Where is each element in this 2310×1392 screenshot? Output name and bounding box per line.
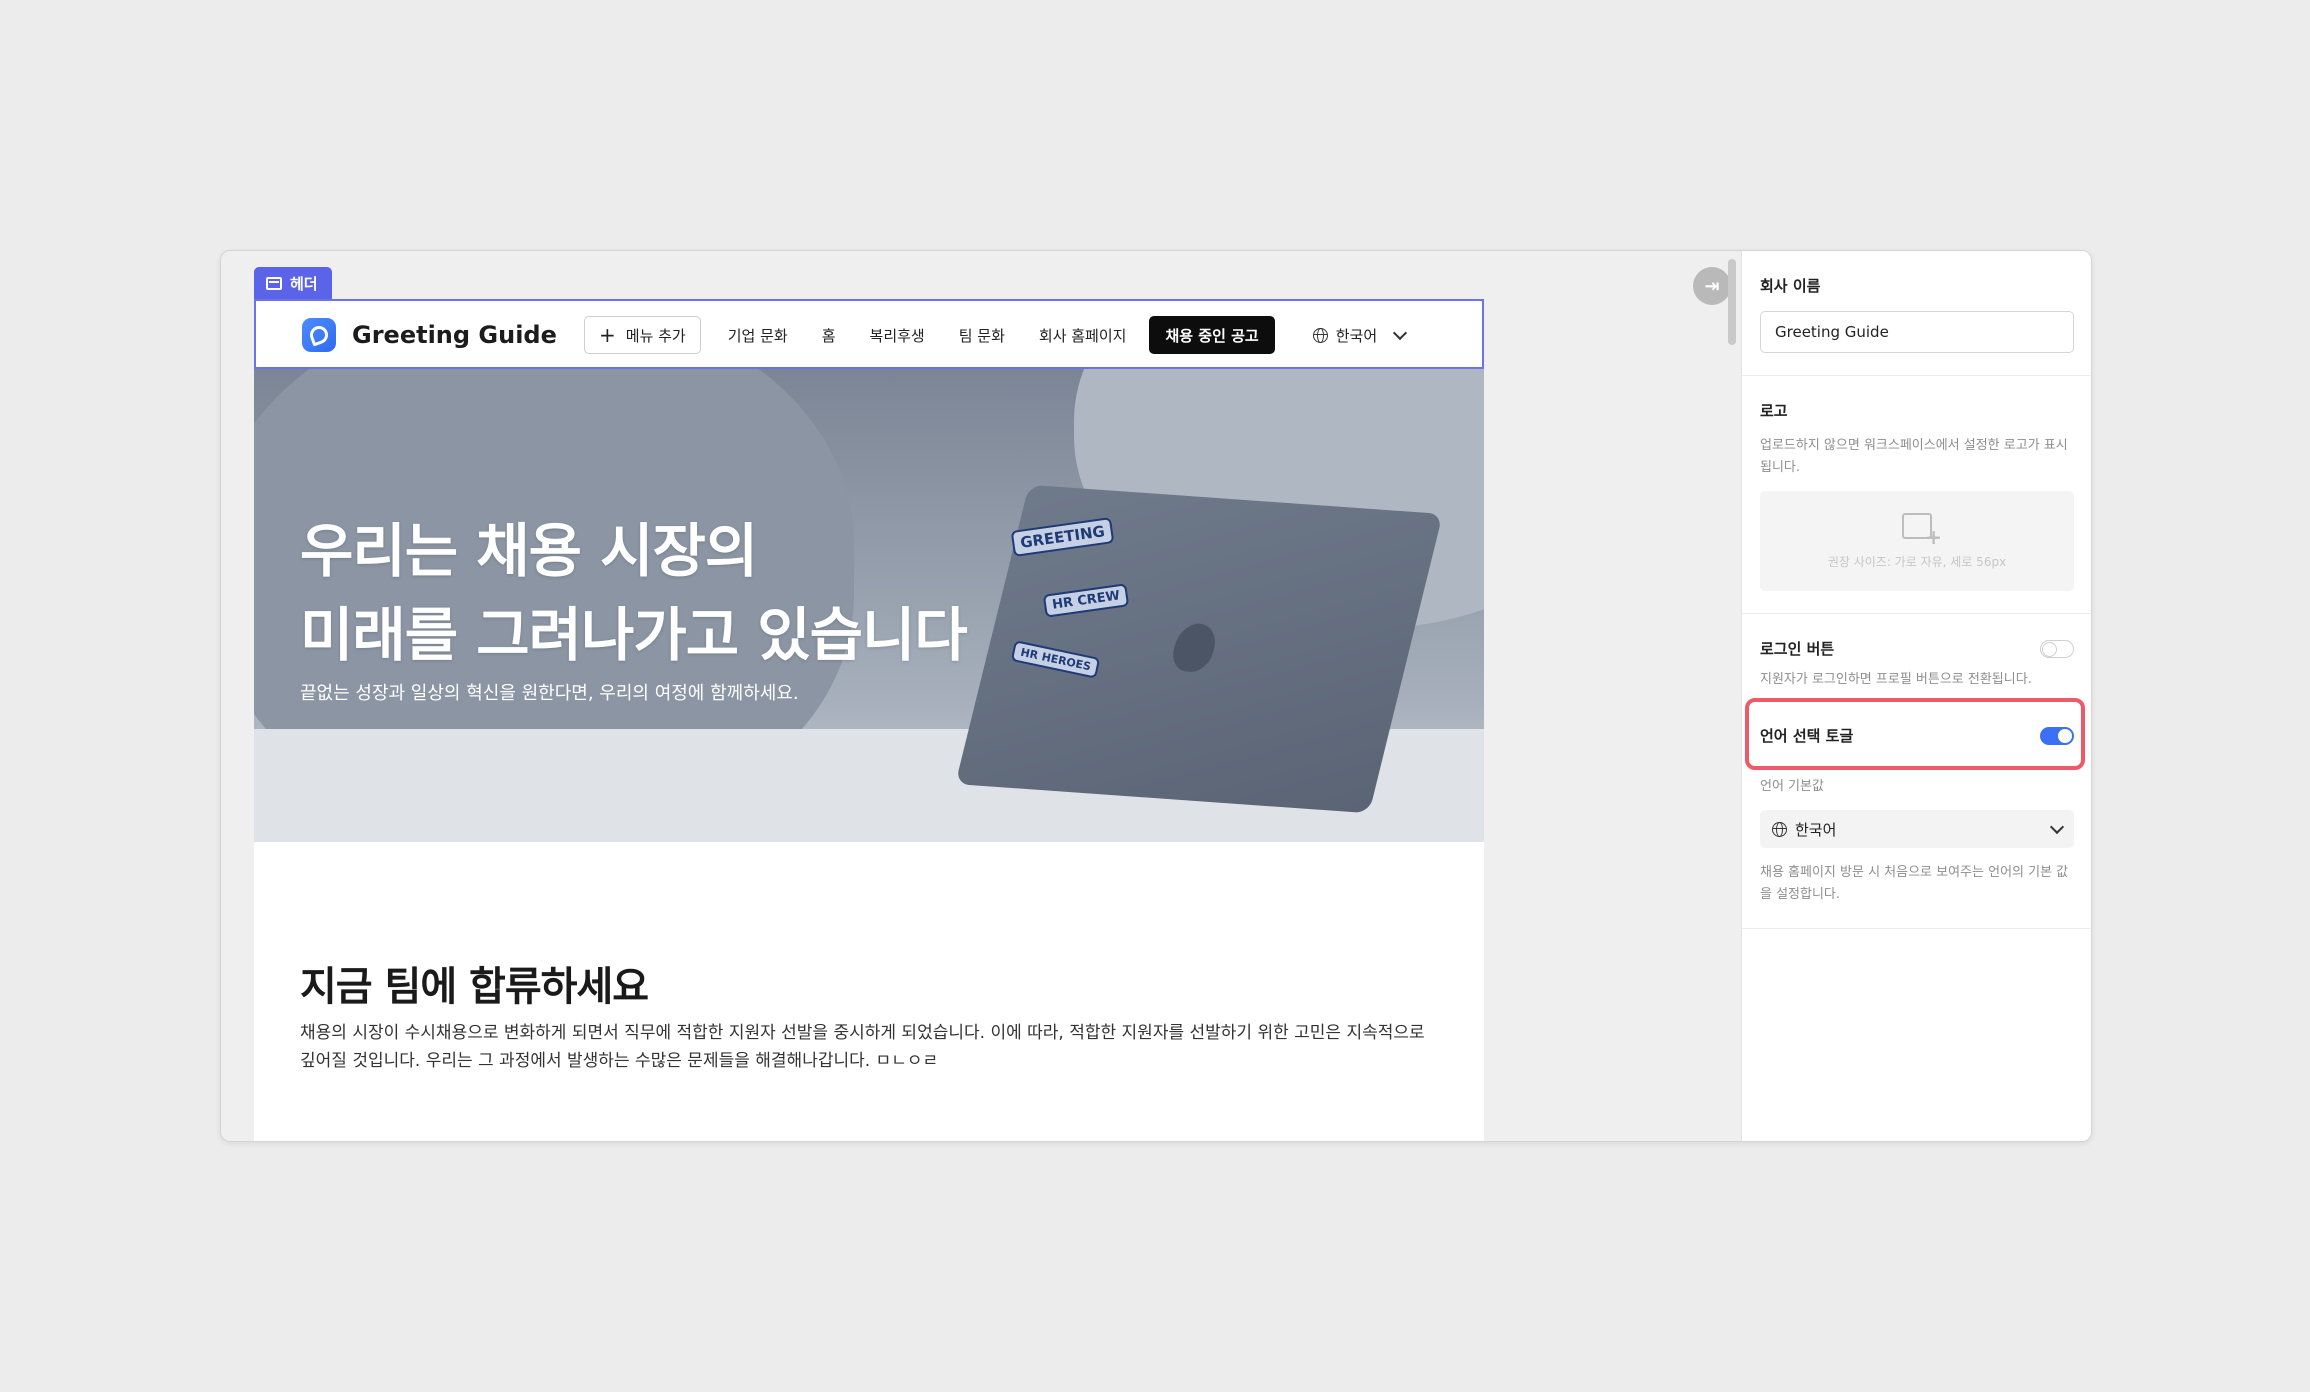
brand-name[interactable]: Greeting Guide [352,321,557,349]
site-header[interactable]: Greeting Guide + 메뉴 추가 기업 문화 홈 복리후생 팀 문화… [254,299,1484,369]
collapse-panel-icon[interactable]: ⇥ [1693,267,1731,305]
section-tag-header[interactable]: 헤더 [254,267,332,299]
plus-icon: + [599,323,616,347]
canvas-scrollbar[interactable] [1728,259,1736,345]
hero-title-line1: 우리는 채용 시장의 [300,517,758,585]
editor-window: 헤더 Greeting Guide + 메뉴 추가 기업 문화 홈 복리후생 팀… [220,250,2092,1142]
page-preview: Greeting Guide + 메뉴 추가 기업 문화 홈 복리후생 팀 문화… [254,299,1484,1141]
nav-item-culture[interactable]: 기업 문화 [711,325,805,346]
join-section-body[interactable]: 채용의 시장이 수시채용으로 변화하게 되면서 직무에 적합한 지원자 선발을 … [300,1019,1440,1075]
login-button-section: 로그인 버튼 지원자가 로그인하면 프로필 버튼으로 전환됩니다. [1742,614,2091,691]
hero-title-line2: 미래를 그려나가고 있습니다 [300,601,968,669]
join-section-title[interactable]: 지금 팀에 합류하세요 [300,954,649,1012]
logo-upload-area[interactable]: 권장 사이즈: 가로 자유, 세로 56px [1760,491,2074,591]
nav-item-home[interactable]: 홈 [805,325,853,346]
site-nav: + 메뉴 추가 기업 문화 홈 복리후생 팀 문화 회사 홈페이지 채용 중인 … [584,316,1408,354]
language-default-section: 언어 기본값 한국어 채용 홈페이지 방문 시 처음으로 보여주는 언어의 기본… [1742,746,2091,929]
hero-subtitle[interactable]: 끝없는 성장과 일상의 혁신을 원한다면, 우리의 여정에 함께하세요. [300,679,799,705]
company-name-input[interactable]: Greeting Guide [1760,311,2074,353]
language-default-value: 한국어 [1795,820,1837,839]
logo-section: 로고 업로드하지 않으면 워크스페이스에서 설정한 로고가 표시됩니다. 권장 … [1742,376,2091,614]
hero-banner[interactable]: GREETING HR CREW HR HEROES 우리는 채용 시장의 미래… [254,369,1484,842]
language-selector-label: 한국어 [1335,326,1378,345]
nav-item-benefits[interactable]: 복리후생 [853,325,942,346]
logo-label: 로고 [1760,402,1788,420]
hero-title[interactable]: 우리는 채용 시장의 미래를 그려나가고 있습니다 [300,509,968,677]
language-default-label: 언어 기본값 [1760,779,1824,794]
nav-item-team-culture[interactable]: 팀 문화 [942,325,1022,346]
company-name-section: 회사 이름 Greeting Guide [1742,251,2091,376]
add-menu-button[interactable]: + 메뉴 추가 [584,316,701,354]
company-name-label: 회사 이름 [1760,277,1821,295]
apple-logo-icon [1168,622,1220,673]
add-menu-label: 메뉴 추가 [625,326,686,345]
settings-panel: 회사 이름 Greeting Guide 로고 업로드하지 않으면 워크스페이스… [1741,251,2091,1141]
login-button-help: 지원자가 로그인하면 프로필 버튼으로 전환됩니다. [1760,672,2032,687]
login-button-toggle[interactable] [2040,639,2074,658]
globe-icon [1772,821,1787,837]
header-section-icon [266,276,282,290]
editor-canvas: 헤더 Greeting Guide + 메뉴 추가 기업 문화 홈 복리후생 팀… [221,251,1741,1141]
language-toggle-highlight [1745,698,2085,770]
chevron-down-icon [1393,325,1408,341]
language-default-select[interactable]: 한국어 [1760,810,2074,848]
logo-help-text: 업로드하지 않으면 워크스페이스에서 설정한 로고가 표시됩니다. [1760,438,2068,475]
login-button-label: 로그인 버튼 [1760,640,1835,658]
open-positions-button[interactable]: 채용 중인 공고 [1149,316,1275,354]
section-tag-label: 헤더 [290,274,318,293]
language-default-help: 채용 홈페이지 방문 시 처음으로 보여주는 언어의 기본 값을 설정합니다. [1760,865,2069,902]
language-selector[interactable]: 한국어 [1312,325,1408,346]
brand-logo-icon [302,318,336,352]
chevron-down-icon [2049,819,2065,835]
image-upload-icon [1902,512,1942,549]
globe-icon [1312,327,1328,343]
logo-upload-hint: 권장 사이즈: 가로 자유, 세로 56px [1827,554,2007,569]
nav-item-company-site[interactable]: 회사 홈페이지 [1022,325,1144,346]
